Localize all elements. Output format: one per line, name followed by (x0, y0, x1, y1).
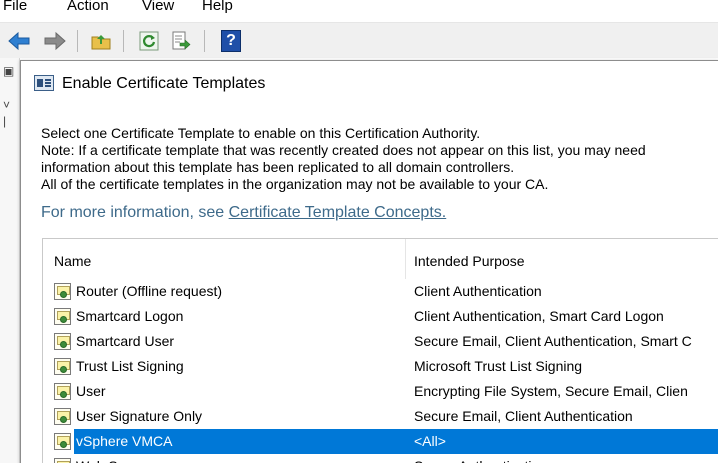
certificate-template-icon (54, 383, 71, 400)
certificate-templates-list[interactable]: Name Intended Purpose Router (Offline re… (42, 238, 718, 463)
template-purpose: Server Authentication (414, 454, 547, 463)
template-name: vSphere VMCA (76, 433, 173, 449)
list-header: Name Intended Purpose (43, 239, 718, 279)
table-row[interactable]: User Encrypting File System, Secure Emai… (43, 379, 718, 404)
menu-action[interactable]: Action (67, 0, 109, 16)
template-purpose: Secure Email, Client Authentication (414, 408, 633, 424)
menu-bar: File Action View Help (0, 0, 718, 18)
certificate-template-icon (54, 333, 71, 350)
certificate-template-icon (54, 458, 71, 463)
menu-help[interactable]: Help (202, 0, 233, 16)
toolbar-separator (77, 30, 78, 52)
toolbar-separator (123, 30, 124, 52)
description-line: information about this template has been… (41, 159, 515, 175)
console-node-icon: ▣ (3, 64, 15, 78)
toolbar: ? (0, 22, 718, 58)
expand-chevron-icon[interactable]: ˅ (3, 98, 10, 112)
up-folder-icon[interactable] (88, 28, 114, 54)
table-row[interactable]: Smartcard User Secure Email, Client Auth… (43, 329, 718, 354)
template-name: Smartcard User (76, 333, 175, 349)
help-icon[interactable]: ? (218, 28, 244, 54)
forward-arrow-icon[interactable] (42, 28, 68, 54)
more-info-text: For more information, see Certificate Te… (41, 203, 446, 223)
toolbar-separator (204, 30, 205, 52)
more-info-prefix: For more information, see (41, 204, 229, 221)
template-name: Web Server (76, 454, 150, 463)
console-tree-strip: ▣ ˅ | (0, 58, 20, 463)
tree-line-icon: | (3, 114, 7, 128)
description-line: All of the certificate templates in the … (41, 176, 549, 192)
table-row[interactable]: Trust List Signing Microsoft Trust List … (43, 354, 718, 379)
template-purpose: Secure Email, Client Authentication, Sma… (414, 333, 692, 349)
template-purpose: Client Authentication (414, 283, 542, 299)
template-name: Smartcard Logon (76, 308, 184, 324)
certificate-template-icon (54, 358, 71, 375)
description-line: Note: If a certificate template that was… (41, 142, 646, 158)
help-glyph: ? (221, 30, 241, 52)
menu-view[interactable]: View (142, 0, 174, 16)
column-divider[interactable] (405, 239, 406, 279)
export-list-icon[interactable] (168, 28, 194, 54)
table-row[interactable]: Router (Offline request) Client Authenti… (43, 279, 718, 304)
table-row-selected[interactable]: vSphere VMCA <All> (43, 429, 718, 454)
certificate-template-icon (54, 308, 71, 325)
template-purpose: Client Authentication, Smart Card Logon (414, 308, 664, 324)
menu-file[interactable]: File (3, 0, 27, 16)
dialog-title-bar[interactable]: Enable Certificate Templates (21, 61, 718, 105)
table-row[interactable]: User Signature Only Secure Email, Client… (43, 404, 718, 429)
template-purpose: Microsoft Trust List Signing (414, 358, 583, 374)
template-name: Router (Offline request) (76, 283, 223, 299)
column-header-name[interactable]: Name (54, 252, 91, 270)
dialog-description: Select one Certificate Template to enabl… (41, 125, 718, 193)
certificate-template-concepts-link[interactable]: Certificate Template Concepts. (229, 204, 447, 221)
column-header-intended-purpose[interactable]: Intended Purpose (414, 252, 525, 270)
template-name: User (76, 383, 106, 399)
template-name: Trust List Signing (76, 358, 184, 374)
template-purpose: <All> (414, 433, 446, 449)
back-arrow-icon[interactable] (6, 28, 32, 54)
dialog-window-icon (34, 75, 54, 91)
certificate-template-icon (54, 433, 71, 450)
refresh-icon[interactable] (136, 28, 162, 54)
template-name: User Signature Only (76, 408, 203, 424)
dialog-title: Enable Certificate Templates (62, 75, 266, 92)
certificate-template-icon (54, 283, 71, 300)
template-purpose: Encrypting File System, Secure Email, Cl… (414, 383, 688, 399)
table-row[interactable]: Web Server Server Authentication (43, 454, 718, 463)
table-row[interactable]: Smartcard Logon Client Authentication, S… (43, 304, 718, 329)
enable-certificate-templates-dialog: Enable Certificate Templates Select one … (20, 60, 718, 463)
description-line: Select one Certificate Template to enabl… (41, 125, 481, 141)
certificate-template-icon (54, 408, 71, 425)
